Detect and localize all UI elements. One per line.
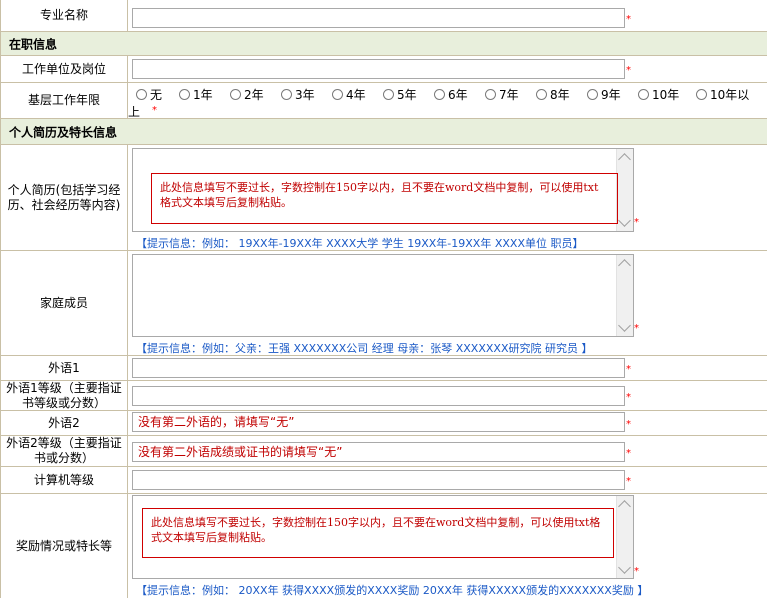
major-label: 专业名称	[1, 0, 128, 31]
radio-option[interactable]: 8年	[536, 86, 570, 103]
lang2-level-input[interactable]: 没有第二外语成绩或证书的请填写“无”	[132, 442, 625, 462]
lang1-input[interactable]	[132, 358, 625, 378]
required-mark: *	[626, 448, 631, 459]
employer-input[interactable]	[132, 59, 625, 79]
scroll-down-icon[interactable]	[618, 561, 631, 574]
scrollbar[interactable]	[616, 149, 633, 231]
required-mark: *	[626, 392, 631, 403]
section-resume-title: 个人简历及特长信息	[9, 125, 118, 139]
major-input[interactable]	[132, 8, 625, 28]
awards-note: 此处信息填写不要过长，字数控制在150字以内，且不要在word文档中复制，可以使…	[142, 508, 614, 558]
required-mark: *	[626, 476, 631, 487]
radio-circle-icon[interactable]	[587, 89, 598, 100]
computer-input[interactable]	[132, 470, 625, 490]
lang1-level-label: 外语1等级（主要指证书等级或分数）	[1, 381, 128, 410]
radio-option[interactable]: 6年	[434, 86, 468, 103]
scroll-up-icon[interactable]	[618, 500, 631, 513]
awards-label: 奖励情况或特长等	[1, 494, 128, 598]
lang1-level-input[interactable]	[132, 386, 625, 406]
section-job-header: 在职信息	[1, 32, 767, 56]
row-lang1: 外语1 *	[1, 356, 767, 381]
row-employer: 工作单位及岗位 *	[1, 56, 767, 83]
resume-hint: 【提示信息：例如： 19XX年-19XX年 XXXX大学 学生 19XX年-19…	[136, 237, 584, 250]
required-mark: *	[152, 105, 157, 116]
radio-option[interactable]: 1年	[179, 86, 213, 103]
lang2-level-label: 外语2等级（主要指证书或分数）	[1, 436, 128, 466]
radio-circle-icon[interactable]	[434, 89, 445, 100]
radio-circle-icon[interactable]	[485, 89, 496, 100]
row-lang1-level: 外语1等级（主要指证书等级或分数） *	[1, 381, 767, 411]
required-mark: *	[634, 323, 639, 334]
required-mark: *	[634, 217, 639, 228]
radio-circle-icon[interactable]	[332, 89, 343, 100]
radio-circle-icon[interactable]	[383, 89, 394, 100]
row-lang2-level: 外语2等级（主要指证书或分数） 没有第二外语成绩或证书的请填写“无” *	[1, 436, 767, 467]
radio-circle-icon[interactable]	[136, 89, 147, 100]
scroll-down-icon[interactable]	[618, 319, 631, 332]
radio-circle-icon[interactable]	[696, 89, 707, 100]
required-mark: *	[626, 65, 631, 76]
lang2-label: 外语2	[1, 411, 128, 435]
radio-option[interactable]: 无	[136, 86, 162, 103]
resume-label: 个人简历(包括学习经历、社会经历等内容)	[1, 145, 128, 250]
awards-hint: 【提示信息：例如： 20XX年 获得XXXX颁发的XXXX奖励 20XX年 获得…	[136, 584, 649, 597]
row-major: 专业名称 *	[1, 0, 767, 32]
scroll-down-icon[interactable]	[618, 214, 631, 227]
radio-circle-icon[interactable]	[281, 89, 292, 100]
radio-option[interactable]: 3年	[281, 86, 315, 103]
required-mark: *	[626, 364, 631, 375]
scroll-up-icon[interactable]	[618, 153, 631, 166]
radio-option[interactable]: 10年以	[696, 86, 749, 103]
required-mark: *	[626, 14, 631, 25]
radio-option[interactable]: 9年	[587, 86, 621, 103]
family-textarea[interactable]	[132, 254, 634, 337]
required-mark: *	[634, 566, 639, 577]
row-computer: 计算机等级 *	[1, 467, 767, 494]
radio-option[interactable]: 7年	[485, 86, 519, 103]
row-resume: 个人简历(包括学习经历、社会经历等内容) 此处信息填写不要过长，字数控制在150…	[1, 145, 767, 251]
resume-note: 此处信息填写不要过长，字数控制在150字以内，且不要在word文档中复制，可以使…	[151, 173, 618, 224]
employer-label: 工作单位及岗位	[1, 56, 128, 82]
lang1-label: 外语1	[1, 356, 128, 380]
radio-circle-icon[interactable]	[536, 89, 547, 100]
scroll-up-icon[interactable]	[618, 259, 631, 272]
computer-label: 计算机等级	[1, 467, 128, 493]
section-resume-header: 个人简历及特长信息	[1, 119, 767, 145]
row-awards: 奖励情况或特长等 此处信息填写不要过长，字数控制在150字以内，且不要在word…	[1, 494, 767, 598]
family-label: 家庭成员	[1, 251, 128, 355]
lang2-input[interactable]: 没有第二外语的，请填写“无”	[132, 412, 625, 432]
radio-circle-icon[interactable]	[179, 89, 190, 100]
radio-circle-icon[interactable]	[230, 89, 241, 100]
radio-option[interactable]: 10年	[638, 86, 679, 103]
radio-option[interactable]: 2年	[230, 86, 264, 103]
section-job-title: 在职信息	[9, 37, 58, 51]
form-table: 专业名称 * 在职信息 工作单位及岗位 * 基层工作年限 无 1年 2年 3年 …	[0, 0, 767, 598]
radio-option[interactable]: 4年	[332, 86, 366, 103]
required-mark: *	[626, 419, 631, 430]
radio-wrap-text: 上	[128, 105, 141, 119]
row-family: 家庭成员 * 【提示信息：例如：父亲：王强 XXXXXXX公司 经理 母亲：张琴…	[1, 251, 767, 356]
grassroots-label: 基层工作年限	[1, 83, 128, 118]
scrollbar[interactable]	[616, 496, 633, 578]
row-lang2: 外语2 没有第二外语的，请填写“无” *	[1, 411, 767, 436]
family-hint: 【提示信息：例如：父亲：王强 XXXXXXX公司 经理 母亲：张琴 XXXXXX…	[136, 342, 593, 355]
scrollbar[interactable]	[616, 255, 633, 336]
radio-option[interactable]: 5年	[383, 86, 417, 103]
radio-circle-icon[interactable]	[638, 89, 649, 100]
